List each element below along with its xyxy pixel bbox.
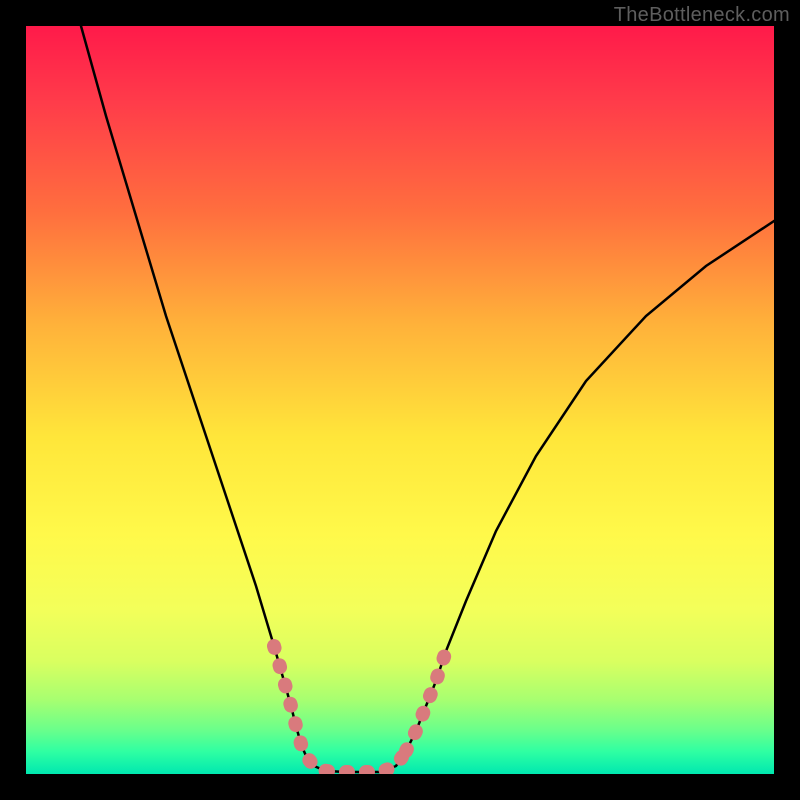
curve-right (381, 221, 774, 772)
chart-plot-area (26, 26, 774, 774)
curve-left (81, 26, 381, 772)
chart-curves-svg (26, 26, 774, 774)
highlight-bottom-segment (326, 751, 406, 772)
watermark-text: TheBottleneck.com (614, 4, 790, 27)
highlight-left-segment (274, 646, 326, 771)
